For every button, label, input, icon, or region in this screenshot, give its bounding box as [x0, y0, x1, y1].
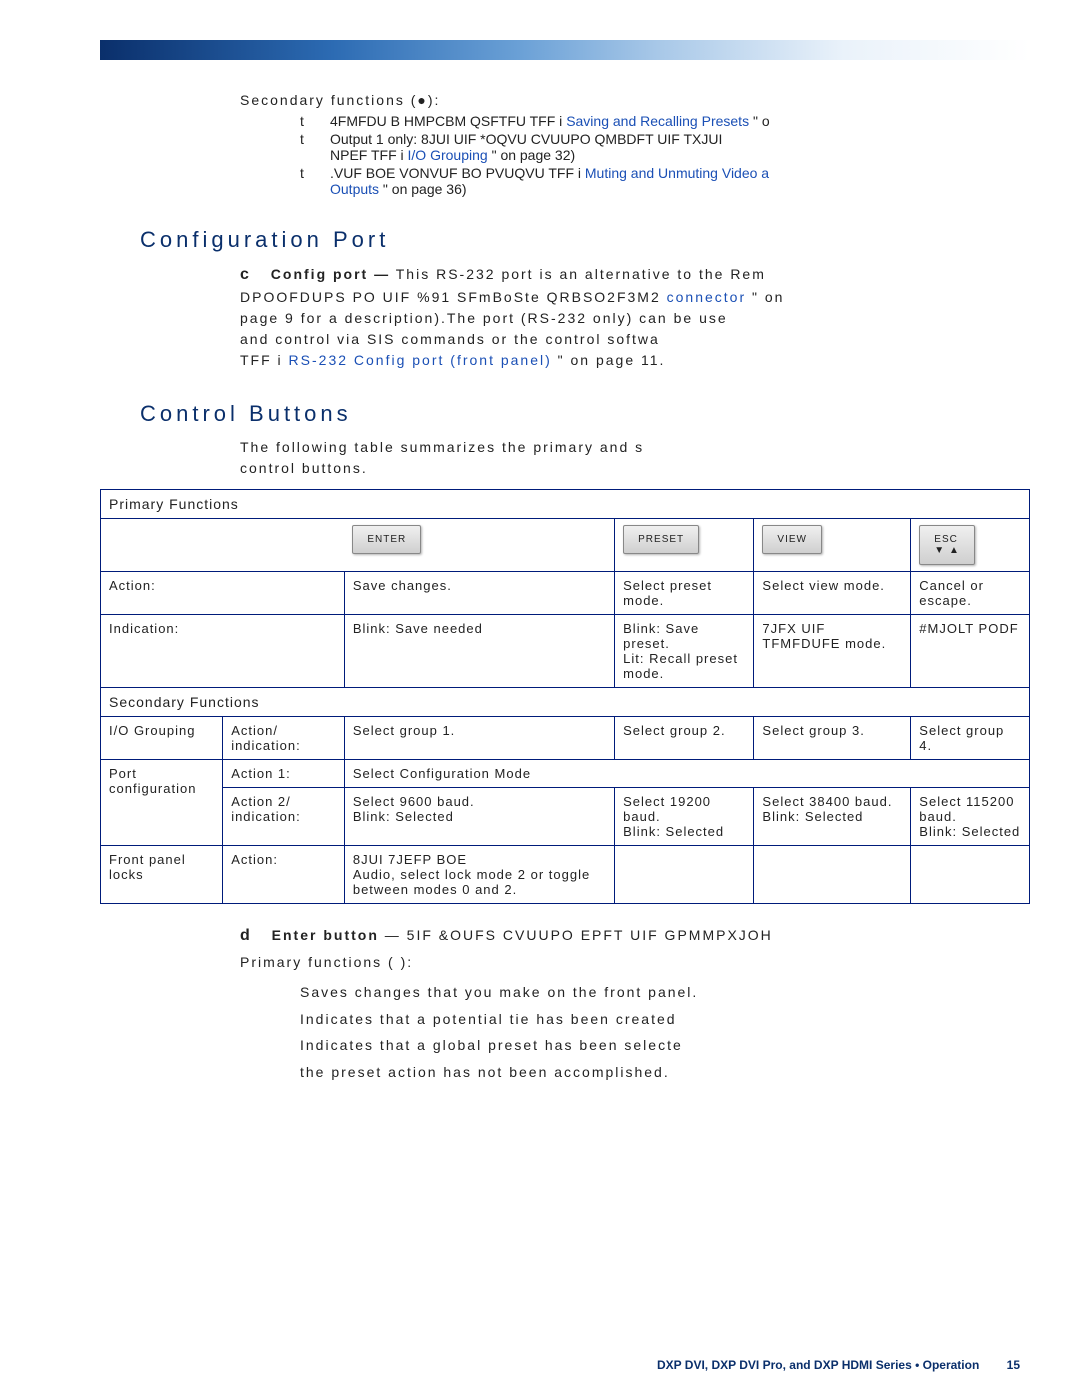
baud-9600: Select 9600 baud. Blink: Selected: [344, 788, 614, 846]
header-gradient-bar: [100, 40, 1030, 60]
primary-functions-list: Saves changes that you make on the front…: [300, 979, 1030, 1085]
secondary-functions-header: Secondary Functions: [101, 688, 1030, 717]
enter-button-paragraph: d Enter button — 5IF &OUFS CVUUPO EPFT U…: [240, 924, 1030, 948]
bullet-2: t Output 1 only: 8JUI UIF *OQVU CVUUPO Q…: [300, 131, 1030, 163]
indication-esc: #MJOLT PODF: [911, 615, 1030, 688]
config-port-paragraph: c Config port — This RS-232 port is an a…: [240, 263, 1030, 371]
indication-enter: Blink: Save needed: [344, 615, 614, 688]
pf-line-1: Saves changes that you make on the front…: [300, 979, 1030, 1006]
bullet-3: t .VUF BOE VONVUF BO PVUQVU TFF i Muting…: [300, 165, 1030, 197]
link-io-grouping[interactable]: I/O Grouping: [408, 147, 488, 163]
io-grouping-sublabel: Action/ indication:: [223, 717, 345, 760]
bullet-1-post: " o: [753, 113, 770, 129]
port-config-action1-value: Select Configuration Mode: [344, 760, 1029, 788]
bullet-1-garbled: 4FMFDU B HMPCBM QSFTFU TFF i: [330, 113, 562, 129]
baud-38400: Select 38400 baud. Blink: Selected: [754, 788, 911, 846]
action-esc: Cancel or escape.: [911, 572, 1030, 615]
bullet-2-post: " on page 32): [492, 147, 576, 163]
io-grouping-label: I/O Grouping: [101, 717, 223, 760]
pf-line-4: the preset action has not been accomplis…: [300, 1059, 1030, 1086]
secondary-functions-label: Secondary functions (●):: [240, 90, 1030, 111]
baud-115200: Select 115200 baud. Blink: Selected: [911, 788, 1030, 846]
link-outputs[interactable]: Outputs: [330, 181, 379, 197]
port-config-action2-label: Action 2/ indication:: [223, 788, 345, 846]
config-port-t7: " on page 11.: [558, 352, 666, 368]
primary-functions-sublabel: Primary functions ( ):: [240, 952, 1030, 973]
controls-para-line1: The following table summarizes the prima…: [240, 439, 644, 455]
port-config-label: Port configuration: [101, 760, 223, 846]
enter-button-lead: Enter button: [272, 927, 379, 943]
front-panel-locks-label: Front panel locks: [101, 846, 223, 904]
action-preset: Select preset mode.: [615, 572, 754, 615]
view-hw-button: VIEW: [762, 525, 822, 554]
config-port-t2: DPOOFDUPS PO UIF %91 SFmBoSte QRBSO2F3M2: [240, 289, 667, 305]
config-port-t4: page 9 for a description).The port (RS-2…: [240, 310, 728, 326]
controls-para-line2: control buttons.: [240, 460, 368, 476]
front-panel-locks-value: 8JUI 7JEFP BOE Audio, select lock mode 2…: [344, 846, 614, 904]
preset-hw-button: PRESET: [623, 525, 699, 554]
enter-hw-button: ENTER: [352, 525, 421, 554]
control-buttons-paragraph: The following table summarizes the prima…: [240, 437, 1030, 479]
callout-c: c: [240, 266, 251, 283]
io-group-3: Select group 3.: [754, 717, 911, 760]
config-port-t5: and control via SIS commands or the cont…: [240, 331, 660, 347]
action-view: Select view mode.: [754, 572, 911, 615]
io-group-1: Select group 1.: [344, 717, 614, 760]
port-config-action1-label: Action 1:: [223, 760, 345, 788]
pf-line-3: Indicates that a global preset has been …: [300, 1032, 1030, 1059]
bullet-2-garbled: Output 1 only: 8JUI UIF *OQVU CVUUPO QMB…: [330, 131, 722, 147]
bullet-marker: t: [300, 165, 330, 197]
link-muting[interactable]: Muting and Unmuting Video a: [585, 165, 769, 181]
link-rs232-config[interactable]: RS-232 Config port (front panel): [289, 352, 552, 368]
bullet-3-post: " on page 36): [383, 181, 467, 197]
enter-button-garble: — 5IF &OUFS CVUUPO EPFT UIF GPMMPXJOH: [385, 927, 773, 943]
page-footer: DXP DVI, DXP DVI Pro, and DXP HDMI Serie…: [657, 1358, 1020, 1372]
action-row-label: Action:: [101, 572, 345, 615]
primary-functions-header: Primary Functions: [101, 490, 1030, 519]
bullet-3-garbled: .VUF BOE VONVUF BO PVUQVU TFF i: [330, 165, 581, 181]
bullet-marker: t: [300, 113, 330, 129]
section-heading-control-buttons: Control Buttons: [140, 401, 1030, 427]
config-port-t6: TFF i: [240, 352, 283, 368]
indication-view: 7JFX UIF TFMFDUFE mode.: [754, 615, 911, 688]
bullet-2-line2: NPEF TFF i: [330, 147, 404, 163]
front-panel-locks-sublabel: Action:: [223, 846, 345, 904]
pf-line-2: Indicates that a potential tie has been …: [300, 1006, 1030, 1033]
io-group-4: Select group 4.: [911, 717, 1030, 760]
link-remote-connector[interactable]: connector: [667, 289, 746, 305]
arrow-icons: ▼ ▲: [934, 545, 960, 556]
bullet-marker: t: [300, 131, 330, 163]
indication-preset: Blink: Save preset. Lit: Recall preset m…: [615, 615, 754, 688]
callout-d: d: [240, 927, 252, 944]
config-port-lead: Config port —: [271, 266, 390, 282]
footer-manual-title: DXP DVI, DXP DVI Pro, and DXP HDMI Serie…: [657, 1358, 979, 1372]
footer-page-number: 15: [1007, 1358, 1020, 1372]
bullet-1: t 4FMFDU B HMPCBM QSFTFU TFF i Saving an…: [300, 113, 1030, 129]
functions-table: Primary Functions ENTER PRESET VIEW ESC▼…: [100, 489, 1030, 904]
esc-hw-button: ESC▼ ▲: [919, 525, 975, 565]
config-port-t3: " on: [752, 289, 784, 305]
baud-19200: Select 19200 baud. Blink: Selected: [615, 788, 754, 846]
config-port-t1: This RS-232 port is an alternative to th…: [396, 266, 766, 282]
action-enter: Save changes.: [344, 572, 614, 615]
link-saving-presets[interactable]: Saving and Recalling Presets: [566, 113, 749, 129]
indication-row-label: Indication:: [101, 615, 345, 688]
section-heading-config-port: Configuration Port: [140, 227, 1030, 253]
io-group-2: Select group 2.: [615, 717, 754, 760]
